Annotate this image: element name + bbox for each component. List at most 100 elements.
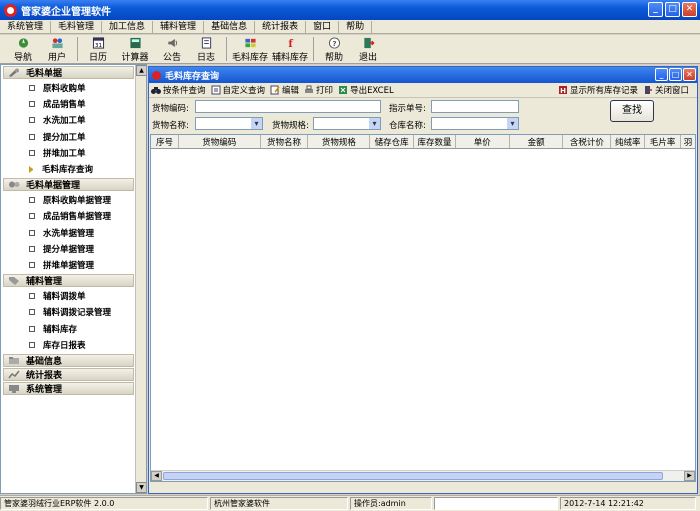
sidebar-scrollbar[interactable]: ▲ ▼ bbox=[135, 65, 146, 493]
col-index[interactable]: 序号 bbox=[151, 135, 179, 148]
users-button[interactable]: 用户 bbox=[40, 35, 74, 63]
col-goods-name[interactable]: 货物名称 bbox=[261, 135, 309, 148]
table-hscrollbar[interactable]: ◀ ▶ bbox=[151, 470, 695, 481]
nav-item-grading-mgmt[interactable]: 提分单据管理 bbox=[1, 241, 146, 257]
maximize-button[interactable]: □ bbox=[665, 2, 680, 17]
menu-basic-info[interactable]: 基础信息 bbox=[204, 20, 256, 33]
nav-item-washing-mgmt[interactable]: 水洗单据管理 bbox=[1, 225, 146, 241]
nav-item-aux-stock[interactable]: 辅料库存 bbox=[1, 320, 146, 336]
col-warehouse[interactable]: 储存仓库 bbox=[370, 135, 415, 148]
goods-code-label: 货物编码: bbox=[152, 104, 189, 114]
goods-name-select[interactable] bbox=[195, 117, 263, 130]
nav-group-system[interactable]: 系统管理 bbox=[3, 381, 134, 395]
scroll-left-icon[interactable]: ◀ bbox=[151, 471, 162, 481]
navigate-button[interactable]: 导航 bbox=[6, 35, 40, 63]
aux-stock-button[interactable]: f 辅料库存 bbox=[270, 35, 310, 63]
goods-code-input[interactable] bbox=[195, 100, 381, 113]
scroll-down-icon[interactable]: ▼ bbox=[136, 482, 146, 493]
bullet-icon bbox=[29, 341, 35, 348]
menu-processing[interactable]: 加工信息 bbox=[102, 20, 154, 33]
col-tax-price[interactable]: 含税计价 bbox=[563, 135, 612, 148]
calendar-button[interactable]: 31 日历 bbox=[81, 35, 115, 63]
menu-raw-material[interactable]: 毛料管理 bbox=[51, 20, 103, 33]
query-by-condition-button[interactable]: 按条件查询 bbox=[151, 84, 206, 96]
tag-icon bbox=[9, 277, 19, 286]
nav-item-grading[interactable]: 提分加工单 bbox=[1, 129, 146, 145]
gears-icon bbox=[9, 181, 20, 188]
col-amount[interactable]: 金额 bbox=[510, 135, 564, 148]
custom-query-button[interactable]: 自定义查询 bbox=[211, 84, 265, 96]
menu-system[interactable]: 系统管理 bbox=[0, 20, 52, 33]
col-stock-qty[interactable]: 库存数量 bbox=[414, 135, 456, 148]
scroll-up-icon[interactable]: ▲ bbox=[136, 65, 146, 76]
minimize-button[interactable]: _ bbox=[648, 2, 663, 17]
stock-icon bbox=[244, 38, 256, 48]
status-company: 杭州管家婆软件 bbox=[210, 497, 348, 510]
child-maximize-button[interactable]: □ bbox=[669, 68, 682, 81]
close-button[interactable]: ✕ bbox=[682, 2, 697, 17]
nav-group-raw-docs[interactable]: 毛料单据 bbox=[3, 66, 134, 79]
bullet-icon bbox=[29, 293, 35, 300]
scroll-thumb[interactable] bbox=[163, 472, 663, 480]
menu-reports[interactable]: 统计报表 bbox=[255, 20, 307, 33]
col-unit-price[interactable]: 单价 bbox=[456, 135, 510, 148]
log-button[interactable]: 日志 bbox=[189, 35, 223, 63]
nav-item-raw-purchase[interactable]: 原料收购单 bbox=[1, 80, 146, 96]
nav-item-aux-transfer[interactable]: 辅料调拨单 bbox=[1, 288, 146, 304]
nav-group-basic-info[interactable]: 基础信息 bbox=[3, 353, 134, 367]
print-button[interactable]: 打印 bbox=[304, 84, 333, 96]
child-titlebar: 毛料库存查询 _ □ ✕ bbox=[149, 67, 697, 83]
announcement-button[interactable]: 公告 bbox=[155, 35, 189, 63]
warehouse-select[interactable] bbox=[431, 117, 519, 130]
menu-help[interactable]: 帮助 bbox=[339, 20, 373, 33]
nav-item-washing[interactable]: 水洗加工单 bbox=[1, 112, 146, 128]
status-message bbox=[434, 497, 558, 510]
bullet-icon bbox=[29, 261, 35, 268]
col-feather[interactable]: 羽 bbox=[681, 135, 695, 148]
users-icon bbox=[51, 38, 63, 49]
query-form: 货物编码: 指示单号: 货物名称: 货物规格: 仓库名称: 查找 bbox=[149, 98, 697, 132]
nav-group-reports[interactable]: 统计报表 bbox=[3, 367, 134, 381]
col-down-rate[interactable]: 纯绒率 bbox=[611, 135, 646, 148]
nav-item-daily-report[interactable]: 库存日报表 bbox=[1, 337, 146, 353]
raw-stock-button[interactable]: 毛料库存 bbox=[230, 35, 270, 63]
nav-item-blending[interactable]: 拼堆加工单 bbox=[1, 145, 146, 161]
window-logo-icon bbox=[152, 70, 161, 80]
menu-window[interactable]: 窗口 bbox=[306, 20, 340, 33]
show-all-stock-button[interactable]: H 显示所有库存记录 bbox=[558, 84, 638, 96]
nav-group-raw-doc-mgmt[interactable]: 毛料单据管理 bbox=[3, 178, 134, 192]
svg-text:31: 31 bbox=[94, 43, 101, 49]
calculator-button[interactable]: 计算器 bbox=[115, 35, 155, 63]
stock-table[interactable]: 序号 货物编码 货物名称 货物规格 储存仓库 库存数量 单价 金额 含税计价 纯… bbox=[150, 134, 696, 482]
nav-item-purchase-mgmt[interactable]: 原料收购单据管理 bbox=[1, 192, 146, 208]
col-goods-spec[interactable]: 货物规格 bbox=[308, 135, 371, 148]
bullet-icon bbox=[29, 229, 35, 236]
instruction-no-input[interactable] bbox=[431, 100, 519, 113]
svg-text:f: f bbox=[288, 38, 293, 49]
nav-item-blending-mgmt[interactable]: 拼堆单据管理 bbox=[1, 257, 146, 273]
close-window-button[interactable]: 关闭窗口 bbox=[643, 84, 689, 96]
export-excel-button[interactable]: 导出EXCEL bbox=[338, 84, 394, 96]
child-close-button[interactable]: ✕ bbox=[683, 68, 696, 81]
nav-item-aux-transfer-log[interactable]: 辅料调拨记录管理 bbox=[1, 304, 146, 320]
child-minimize-button[interactable]: _ bbox=[655, 68, 668, 81]
nav-item-product-sales[interactable]: 成品销售单 bbox=[1, 96, 146, 112]
stock-query-window: 毛料库存查询 _ □ ✕ 按条件查询 自定义查询 编辑 打印 导出EXCEL H… bbox=[148, 66, 698, 494]
exit-button[interactable]: 退出 bbox=[351, 35, 385, 63]
nav-group-aux[interactable]: 辅料管理 bbox=[3, 274, 134, 288]
nav-item-raw-stock-query[interactable]: 毛料库存查询 bbox=[1, 161, 146, 177]
find-button[interactable]: 查找 bbox=[610, 100, 654, 122]
computer-icon bbox=[9, 384, 19, 393]
goods-spec-select[interactable] bbox=[313, 117, 381, 130]
scroll-right-icon[interactable]: ▶ bbox=[684, 471, 695, 481]
col-goods-code[interactable]: 货物编码 bbox=[179, 135, 261, 148]
help-button[interactable]: ? 帮助 bbox=[317, 35, 351, 63]
toolbar-separator bbox=[313, 37, 314, 61]
col-feather-rate[interactable]: 毛片率 bbox=[645, 135, 682, 148]
custom-query-icon bbox=[211, 85, 221, 95]
menu-auxiliary[interactable]: 辅料管理 bbox=[153, 20, 205, 33]
edit-button[interactable]: 编辑 bbox=[270, 84, 299, 96]
edit-icon bbox=[270, 85, 280, 95]
nav-item-sales-mgmt[interactable]: 成品销售单据管理 bbox=[1, 208, 146, 224]
bullet-icon bbox=[29, 197, 35, 204]
